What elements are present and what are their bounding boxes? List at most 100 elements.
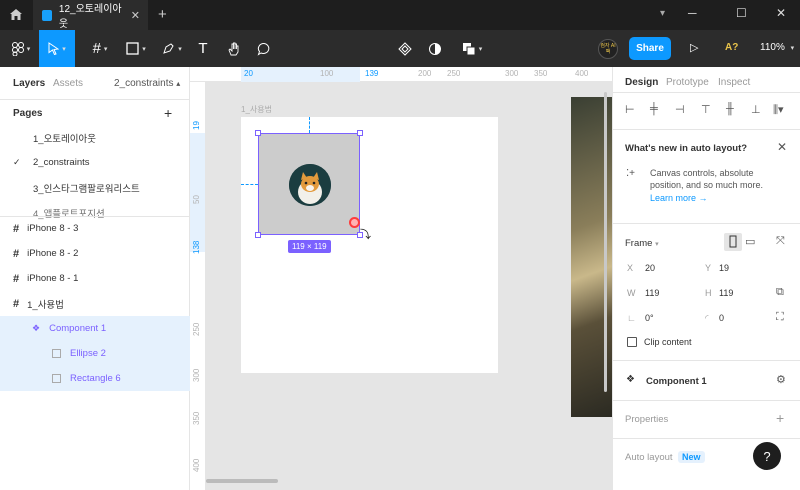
size-badge: 119 × 119 (288, 240, 331, 253)
left-panel: Layers Assets 2_constraints ▴ Pages + 1_… (0, 67, 190, 490)
tab-layers[interactable]: Layers (13, 67, 45, 99)
main-menu-button[interactable]: ▾ (6, 30, 36, 67)
layer-item[interactable]: Ellipse 2 (0, 341, 190, 366)
horizontal-scrollbar[interactable] (206, 479, 278, 483)
accessibility-check-button[interactable]: A? (725, 42, 738, 53)
present-play-icon[interactable]: ▷ (690, 41, 698, 54)
avatar[interactable]: 컴자 AI팩 (598, 39, 618, 59)
ruler-tick: 100 (320, 69, 334, 78)
ruler-tick: 250 (447, 69, 461, 78)
clip-content-label: Clip content (644, 337, 692, 347)
cat-ellipse-image[interactable] (289, 164, 331, 206)
layer-item-label: iPhone 8 - 1 (27, 273, 79, 284)
component-tool-button[interactable] (395, 30, 415, 67)
ruler-tick: 300 (505, 69, 519, 78)
comment-tool-button[interactable] (252, 30, 276, 67)
component-1[interactable] (255, 130, 363, 238)
align-top-icon[interactable]: ⊤ (701, 103, 711, 116)
tab-prototype[interactable]: Prototype (666, 77, 709, 88)
tab-design[interactable]: Design (625, 77, 658, 88)
help-button[interactable]: ? (753, 442, 781, 470)
add-page-icon[interactable]: + (164, 105, 172, 121)
align-bottom-icon[interactable]: ⊥ (751, 103, 761, 116)
resize-to-fit-icon[interactable]: ⤧ (776, 235, 785, 248)
independent-corners-icon[interactable]: ⛶ (776, 311, 784, 324)
resize-handle-ne[interactable] (357, 130, 363, 136)
layer-item[interactable]: #1_사용법 (0, 291, 190, 316)
page-item[interactable]: ✓ 2_constraints (0, 150, 190, 175)
move-tool-button[interactable]: ▾ (39, 30, 75, 67)
distribute-icon[interactable]: ⫼▾ (773, 103, 784, 117)
h-input[interactable]: 119 (719, 288, 733, 298)
shape-tool-button[interactable]: ▾ (120, 30, 152, 67)
frame-icon: # (13, 297, 20, 310)
zoom-menu[interactable]: 110% ▾ (760, 42, 794, 53)
align-left-icon[interactable]: ⊢ (625, 103, 635, 116)
layer-item[interactable]: # iPhone 8 - 2 (0, 241, 190, 266)
tab-inspect[interactable]: Inspect (718, 77, 750, 88)
pen-tool-button[interactable]: ▾ (156, 30, 188, 67)
ruler-tick: 400 (575, 69, 589, 78)
new-badge: New (678, 451, 705, 463)
frame-label[interactable]: 1_사용법 (241, 104, 272, 115)
resize-handle-sw[interactable] (255, 232, 261, 238)
y-input[interactable]: 19 (719, 263, 729, 273)
close-icon[interactable]: ✕ (777, 140, 787, 154)
align-right-icon[interactable]: ⊣ (675, 103, 685, 116)
close-tab-icon[interactable]: ✕ (131, 9, 140, 22)
close-window-icon[interactable]: ✕ (776, 6, 786, 20)
layer-item[interactable]: # iPhone 8 - 3 (0, 216, 190, 241)
add-property-icon[interactable]: + (776, 410, 784, 426)
figma-logo-icon (11, 41, 24, 56)
align-center-h-icon[interactable]: ╪ (650, 103, 658, 115)
layer-item-label: iPhone 8 - 3 (27, 223, 79, 234)
page-item[interactable]: 3_인스타그램팔로워리스트 (0, 175, 190, 200)
layer-item[interactable]: ❖ Component 1 (0, 316, 190, 341)
component-name[interactable]: Component 1 (646, 376, 707, 387)
portrait-toggle[interactable] (724, 233, 742, 251)
rotation-input[interactable]: 0° (645, 313, 654, 323)
component-settings-icon[interactable]: ⚙ (776, 373, 786, 386)
frame-tool-button[interactable]: # ▾ (84, 30, 116, 67)
mask-tool-button[interactable] (425, 30, 445, 67)
chevron-down-icon: ▾ (655, 241, 659, 248)
component-icon: ❖ (32, 323, 41, 333)
ruler-tick: 20 (244, 69, 253, 78)
layer-item[interactable]: Rectangle 6 (0, 366, 190, 391)
frame-preset-dropdown[interactable]: Frame ▾ (625, 238, 659, 249)
constrain-proportions-icon[interactable]: ⧉ (776, 286, 784, 299)
corner-radius-input[interactable]: 0 (719, 313, 724, 323)
resize-handle-nw[interactable] (255, 130, 261, 136)
ruler-tick: 138 (192, 240, 201, 254)
learn-more-link[interactable]: Learn more → (650, 193, 708, 203)
checkmark-icon: ✓ (13, 157, 21, 167)
text-tool-button[interactable]: T (192, 30, 214, 67)
boolean-tool-button[interactable]: ▾ (458, 30, 486, 67)
minimize-icon[interactable]: ─ (688, 6, 697, 20)
vertical-scrollbar[interactable] (604, 92, 607, 392)
w-input[interactable]: 119 (645, 288, 659, 298)
chevron-down-icon[interactable]: ▾ (660, 8, 665, 19)
new-tab-button[interactable]: + (158, 6, 167, 23)
frame-icon: # (13, 222, 20, 235)
canvas[interactable]: 1_사용법 ⤵ 119 × 119 (206, 82, 612, 490)
cursor-icon (48, 42, 60, 55)
corner-radius-icon: ◜ (705, 313, 709, 323)
right-panel: Design Prototype Inspect ⊢ ╪ ⊣ ⊤ ╫ ⊥ ⫼▾ … (612, 67, 800, 490)
frame-icon: # (92, 40, 101, 57)
hand-tool-button[interactable] (222, 30, 246, 67)
maximize-icon[interactable]: ☐ (736, 6, 747, 20)
layer-item[interactable]: # iPhone 8 - 1 (0, 266, 190, 291)
share-button[interactable]: Share (629, 37, 671, 60)
layer-item-label: Rectangle 6 (70, 373, 121, 384)
landscape-icon[interactable]: ▭ (745, 235, 755, 248)
clip-content-checkbox[interactable] (627, 337, 637, 347)
home-icon[interactable] (9, 8, 23, 24)
x-input[interactable]: 20 (645, 263, 655, 273)
tab-assets[interactable]: Assets (53, 67, 83, 99)
page-item[interactable]: 1_오토레이아웃 (0, 125, 190, 150)
file-tab[interactable]: 12_오토레이아웃 ✕ (33, 0, 148, 30)
page-switcher[interactable]: 2_constraints ▴ (114, 67, 180, 99)
toolbar: ▾ ▾ # ▾ ▾ ▾ T ▾ 컴자 AI팩 Share ▷ A? 110% ▾ (0, 30, 800, 67)
align-center-v-icon[interactable]: ╫ (726, 103, 734, 115)
